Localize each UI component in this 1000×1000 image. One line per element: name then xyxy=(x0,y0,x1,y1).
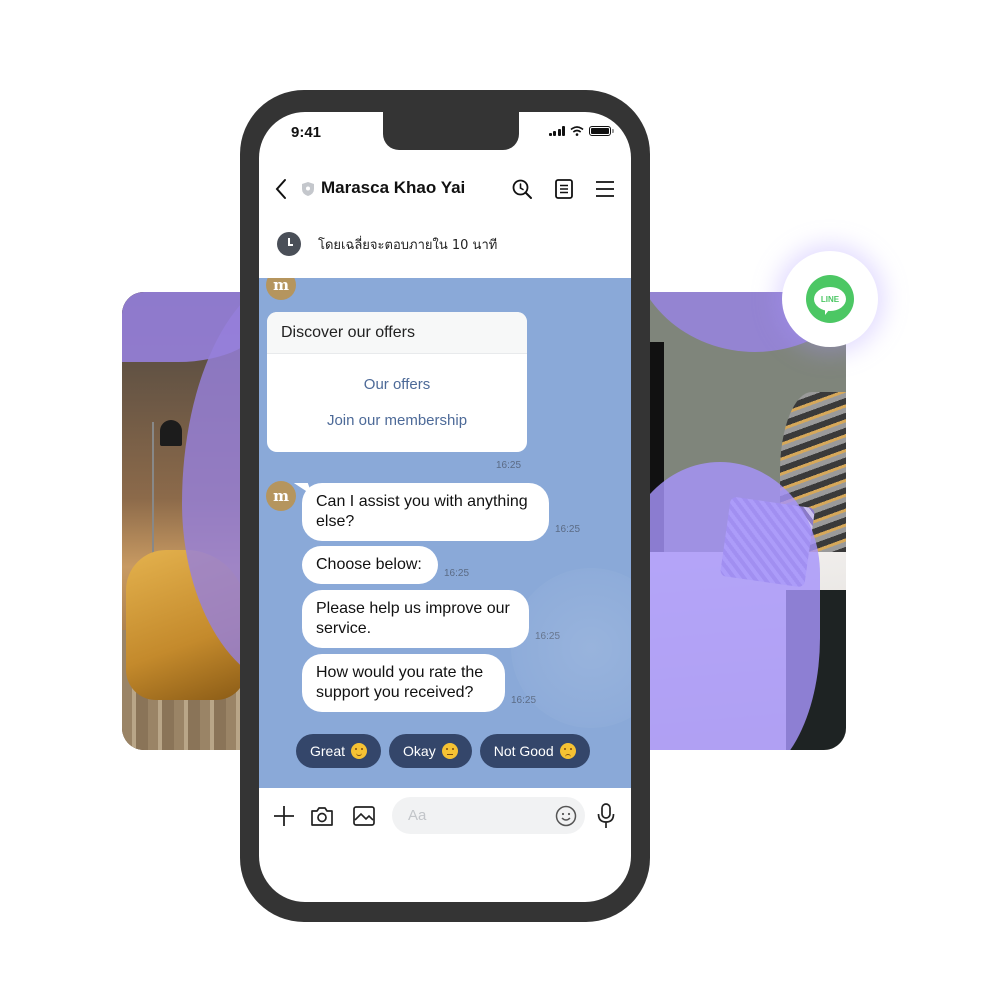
plus-icon[interactable] xyxy=(271,803,297,829)
hotel-photo-right xyxy=(630,292,846,750)
signal-icon xyxy=(548,126,565,136)
purple-overlay-shape xyxy=(630,462,820,750)
quick-reply-label: Not Good xyxy=(493,743,554,759)
neutral-face-icon xyxy=(441,743,458,759)
our-offers-link[interactable]: Our offers xyxy=(267,376,527,393)
phone-frame: 9:41 Marasca Khao Yai โดยเฉลี่ยจะตอบภายใ… xyxy=(240,90,650,922)
offers-card: Discover our offers Our offers Join our … xyxy=(267,312,527,452)
emoji-icon[interactable] xyxy=(555,805,577,827)
avatar[interactable]: m xyxy=(266,278,296,300)
pensive-face-icon xyxy=(559,743,576,759)
quick-reply-label: Okay xyxy=(403,743,436,759)
chat-area[interactable]: m Discover our offers Our offers Join ou… xyxy=(259,278,631,788)
message-timestamp: 16:25 xyxy=(496,460,522,471)
camera-icon[interactable] xyxy=(309,803,335,829)
phone-notch xyxy=(383,112,519,150)
join-membership-link[interactable]: Join our membership xyxy=(267,412,527,429)
microphone-icon[interactable] xyxy=(595,802,617,830)
message-bubble: How would you rate the support you recei… xyxy=(302,654,505,712)
shield-icon xyxy=(302,182,314,196)
message-timestamp: 16:25 xyxy=(555,524,581,535)
status-time: 9:41 xyxy=(291,124,322,141)
message-bubble: Choose below: xyxy=(302,546,438,584)
message-timestamp: 16:25 xyxy=(535,631,561,642)
message-bubble: Please help us improve our service. xyxy=(302,590,529,648)
smiling-face-icon xyxy=(351,743,368,759)
status-icons xyxy=(548,126,614,136)
image-icon[interactable] xyxy=(351,803,377,829)
card-title: Discover our offers xyxy=(267,312,527,354)
clock-icon xyxy=(277,232,301,256)
reply-time-text: โดยเฉลี่ยจะตอบภายใน 10 นาที xyxy=(318,237,498,253)
quick-reply-okay[interactable]: Okay xyxy=(389,734,472,768)
notes-icon[interactable] xyxy=(552,177,576,201)
line-logo-icon: LINE xyxy=(806,275,854,323)
chat-header: Marasca Khao Yai xyxy=(259,168,631,210)
search-icon[interactable] xyxy=(510,177,534,201)
message-bubble: Can I assist you with anything else? xyxy=(302,483,549,541)
line-badge: LINE xyxy=(782,251,878,347)
input-bar xyxy=(259,788,631,844)
lamp-shade xyxy=(160,420,182,446)
quick-reply-label: Great xyxy=(310,743,346,759)
quick-replies: Great Okay Not Good xyxy=(296,734,590,768)
battery-icon xyxy=(589,126,614,136)
message-timestamp: 16:25 xyxy=(511,695,537,706)
avatar[interactable]: m xyxy=(266,481,296,511)
quick-reply-not-good[interactable]: Not Good xyxy=(479,734,590,768)
quick-reply-great[interactable]: Great xyxy=(296,734,382,768)
chevron-left-icon[interactable] xyxy=(273,178,289,200)
message-timestamp: 16:25 xyxy=(444,568,470,579)
line-logo-text: LINE xyxy=(814,287,846,315)
reply-time-notice: โดยเฉลี่ยจะตอบภายใน 10 นาที xyxy=(277,232,497,256)
wifi-icon xyxy=(570,126,584,136)
menu-icon[interactable] xyxy=(593,177,617,201)
phone-screen: 9:41 Marasca Khao Yai โดยเฉลี่ยจะตอบภายใ… xyxy=(259,112,631,902)
chat-title: Marasca Khao Yai xyxy=(321,178,466,197)
